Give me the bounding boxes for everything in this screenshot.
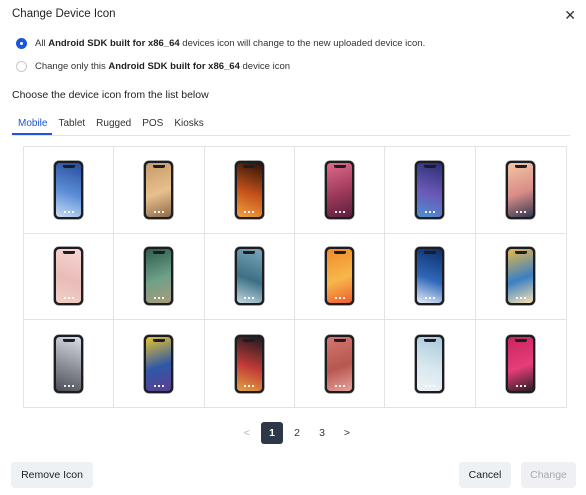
wallpaper-coral-interior xyxy=(327,336,353,391)
wallpaper-ocean-aerial xyxy=(236,249,262,304)
device-icon-grid xyxy=(23,146,567,408)
wallpaper-green-coast xyxy=(146,249,172,304)
tab-kiosks[interactable]: Kiosks xyxy=(168,114,208,135)
wallpaper-light-trails xyxy=(236,336,262,391)
option-this-device-text: Change only this Android SDK built for x… xyxy=(35,61,291,72)
option-all-devices-text: All Android SDK built for x86_64 devices… xyxy=(35,38,426,49)
wallpaper-magenta-figure xyxy=(508,336,534,391)
phone-icon xyxy=(506,334,536,393)
phone-icon xyxy=(54,334,84,393)
phone-icon xyxy=(325,160,355,219)
device-icon-option[interactable] xyxy=(295,320,386,407)
radio-this-device[interactable] xyxy=(16,61,27,72)
device-icon-option[interactable] xyxy=(114,233,205,321)
wallpaper-blue-gradient xyxy=(56,162,82,217)
phone-icon xyxy=(415,247,445,306)
wallpaper-pink-sunset xyxy=(327,162,353,217)
wallpaper-blue-geometric xyxy=(417,162,443,217)
device-icon-option[interactable] xyxy=(476,320,566,407)
wallpaper-hot-air-balloon xyxy=(146,162,172,217)
phone-icon xyxy=(234,247,264,306)
phone-icon xyxy=(415,160,445,219)
page-1-button[interactable]: 1 xyxy=(261,422,283,444)
device-icon-option[interactable] xyxy=(475,147,566,234)
phone-icon xyxy=(234,160,264,219)
wallpaper-mountain-dusk xyxy=(508,162,534,217)
device-icon-option[interactable] xyxy=(204,233,295,321)
page-3-button[interactable]: 3 xyxy=(311,422,333,444)
option-this-device[interactable]: Change only this Android SDK built for x… xyxy=(16,61,290,72)
tab-pos[interactable]: POS xyxy=(136,114,168,135)
dialog-title: Change Device Icon xyxy=(12,8,116,20)
radio-all-devices[interactable] xyxy=(16,38,27,49)
wallpaper-pink-pastel xyxy=(56,249,82,304)
device-icon-option[interactable] xyxy=(385,320,476,407)
phone-icon xyxy=(234,334,264,393)
wallpaper-white-stool xyxy=(417,336,443,391)
wallpaper-orange-fluid xyxy=(327,249,353,304)
phone-icon xyxy=(506,160,536,219)
device-icon-option[interactable] xyxy=(385,233,476,321)
device-icon-option[interactable] xyxy=(114,320,205,407)
phone-icon xyxy=(144,334,174,393)
cancel-button[interactable]: Cancel xyxy=(459,462,511,488)
device-icon-option[interactable] xyxy=(475,234,566,321)
tab-tablet[interactable]: Tablet xyxy=(52,114,90,135)
wallpaper-yellow-blue-wave xyxy=(508,249,534,304)
phone-icon xyxy=(54,247,84,306)
device-icon-option[interactable] xyxy=(114,147,205,234)
pagination: < 1 2 3 > xyxy=(236,422,361,444)
wallpaper-yellow-abstract xyxy=(146,336,172,391)
change-button[interactable]: Change xyxy=(521,462,576,488)
device-icon-option[interactable] xyxy=(295,233,386,321)
next-page-button[interactable]: > xyxy=(336,422,358,444)
device-icon-option[interactable] xyxy=(24,147,115,234)
wallpaper-waterfall-blue xyxy=(417,249,443,304)
phone-icon xyxy=(144,160,174,219)
phone-icon xyxy=(325,334,355,393)
phone-icon xyxy=(415,334,445,393)
device-icon-option[interactable] xyxy=(204,147,295,234)
device-icon-option[interactable] xyxy=(24,320,115,407)
page-2-button[interactable]: 2 xyxy=(286,422,308,444)
wallpaper-orange-curves xyxy=(236,162,262,217)
remove-icon-button[interactable]: Remove Icon xyxy=(11,462,93,488)
option-all-devices[interactable]: All Android SDK built for x86_64 devices… xyxy=(16,38,425,49)
phone-icon xyxy=(506,247,536,306)
tab-mobile[interactable]: Mobile xyxy=(12,114,53,135)
device-icon-option[interactable] xyxy=(385,147,476,234)
close-icon[interactable]: ✕ xyxy=(564,7,576,23)
device-icon-option[interactable] xyxy=(24,233,115,321)
tab-rugged[interactable]: Rugged xyxy=(90,114,136,135)
choose-icon-label: Choose the device icon from the list bel… xyxy=(12,89,209,101)
phone-icon xyxy=(54,160,84,219)
device-icon-option[interactable] xyxy=(295,147,386,234)
prev-page-button[interactable]: < xyxy=(236,422,258,444)
wallpaper-building-sky xyxy=(56,336,82,391)
phone-icon xyxy=(325,247,355,306)
phone-icon xyxy=(144,247,174,306)
device-type-tabs: Mobile Tablet Rugged POS Kiosks xyxy=(12,114,570,136)
dialog-header: Change Device Icon ✕ xyxy=(12,7,578,24)
device-icon-option[interactable] xyxy=(205,320,295,407)
